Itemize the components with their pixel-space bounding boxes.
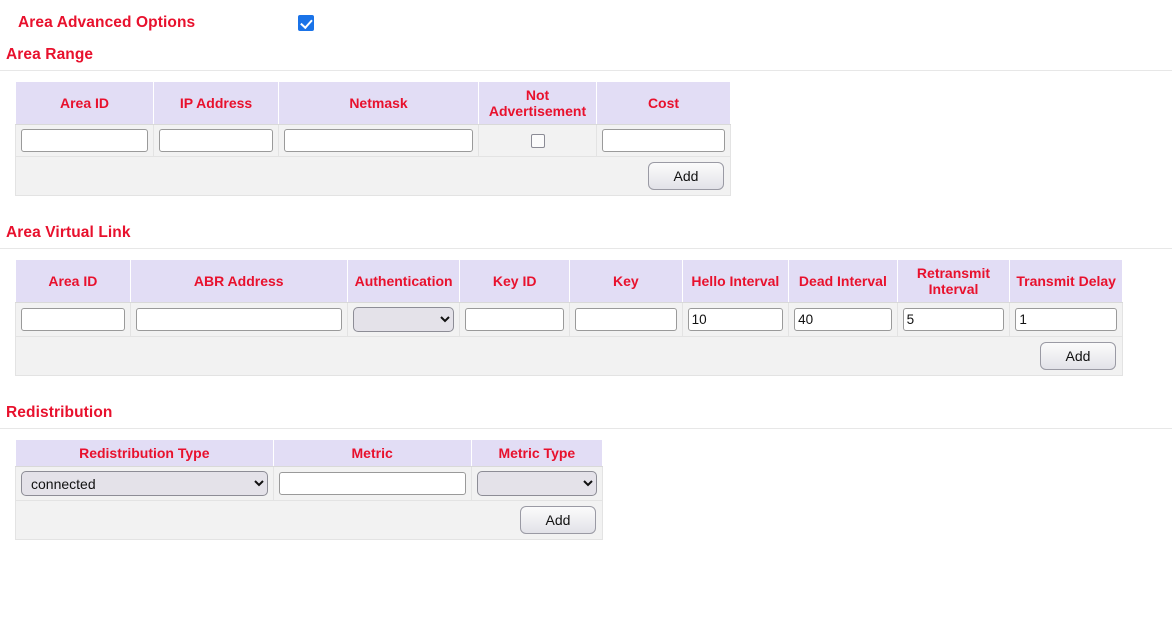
vl-area-id-input[interactable] [21,308,125,332]
redistribution-table: Redistribution Type Metric Metric Type c… [15,439,604,541]
column-header-cost: Cost [596,80,731,126]
redistribution-input-row: connected [15,466,604,502]
area-virtual-link-header-row: Area ID ABR Address Authentication Key I… [15,259,1123,304]
redistribution-metric-input[interactable] [278,472,466,496]
vl-hello-interval-input[interactable] [687,308,784,332]
area-advanced-options-row: Area Advanced Options [0,0,1172,46]
column-header-vl-area-id: Area ID [15,259,131,304]
column-header-metric: Metric [272,439,472,468]
redistribution-metric-type-select[interactable] [476,471,597,497]
vl-transmit-delay-input[interactable] [1015,308,1117,332]
column-header-key-id: Key ID [459,259,570,304]
cell-ip-address [153,124,279,158]
column-header-dead-interval: Dead Interval [788,259,898,304]
area-virtual-link-table-wrap: Area ID ABR Address Authentication Key I… [0,259,1172,377]
cell-abr-address [129,302,348,338]
area-virtual-link-title: Area Virtual Link [6,224,131,242]
cell-netmask [278,124,479,158]
area-virtual-link-add-button[interactable]: Add [1040,342,1116,371]
area-range-table-wrap: Area ID IP Address Netmask Not Advertise… [0,80,1172,197]
column-header-transmit-delay: Transmit Delay [1009,259,1123,304]
spacer-after-area-range [0,196,1172,224]
cell-metric [272,466,472,502]
vl-dead-interval-input[interactable] [794,308,892,332]
area-virtual-link-section: Area Virtual Link Area ID ABR Address Au… [0,224,1172,377]
area-range-add-button[interactable]: Add [648,162,724,191]
cell-metric-type [470,466,604,502]
column-header-authentication: Authentication [346,259,461,304]
cell-transmit-delay [1009,302,1123,338]
redistribution-add-button[interactable]: Add [520,506,596,535]
area-range-divider [0,70,1172,71]
area-range-netmask-input[interactable] [284,129,473,153]
cell-hello-interval [681,302,790,338]
redistribution-section: Redistribution Redistribution Type Metri… [0,404,1172,541]
cell-retransmit-interval [896,302,1011,338]
redistribution-action-row: Add [15,500,603,541]
cell-not-advertisement [478,124,597,158]
cell-cost [596,124,731,158]
area-range-ip-address-input[interactable] [159,129,273,153]
redistribution-table-wrap: Redistribution Type Metric Metric Type c… [0,439,1172,541]
area-virtual-link-action-cell: Add [15,336,1123,377]
column-header-netmask: Netmask [278,80,479,126]
area-range-action-row: Add [15,156,731,197]
area-range-cost-input[interactable] [602,129,725,153]
vl-key-input[interactable] [574,308,677,332]
redistribution-header-row: Redistribution Type Metric Metric Type [15,439,604,468]
column-header-hello-interval: Hello Interval [681,259,790,304]
cell-vl-area-id [15,302,131,338]
area-range-input-row [15,124,731,158]
area-range-table: Area ID IP Address Netmask Not Advertise… [15,80,731,197]
area-range-header-row: Area ID IP Address Netmask Not Advertise… [15,80,731,126]
vl-retransmit-interval-input[interactable] [902,308,1005,332]
vl-authentication-select[interactable] [352,307,455,333]
area-range-not-advertisement-checkbox[interactable] [530,134,545,149]
redistribution-title: Redistribution [6,404,113,422]
cell-dead-interval [788,302,898,338]
redistribution-divider [0,428,1172,430]
area-virtual-link-action-row: Add [15,336,1123,377]
column-header-redistribution-type: Redistribution Type [15,439,274,468]
vl-key-id-input[interactable] [465,308,564,332]
column-header-abr-address: ABR Address [129,259,348,304]
redistribution-action-cell: Add [15,500,603,541]
vl-abr-address-input[interactable] [135,308,342,332]
redistribution-type-select[interactable]: connected [21,471,268,497]
column-header-metric-type: Metric Type [470,439,604,468]
area-range-area-id-input[interactable] [21,129,148,153]
column-header-area-id: Area ID [15,80,154,126]
cell-key [568,302,683,338]
spacer-after-virtual-link [0,376,1172,404]
area-advanced-options-checkbox[interactable] [298,15,314,31]
column-header-retransmit-interval: Retransmit Interval [896,259,1011,304]
column-header-not-advertisement: Not Advertisement [478,80,597,126]
area-range-section: Area Range Area ID IP Address Netmask No… [0,46,1172,197]
column-header-ip-address: IP Address [153,80,279,126]
cell-key-id [459,302,570,338]
column-header-key: Key [568,259,683,304]
area-advanced-options-label: Area Advanced Options [18,14,196,31]
area-virtual-link-table: Area ID ABR Address Authentication Key I… [15,259,1123,377]
area-range-action-cell: Add [15,156,731,197]
cell-redistribution-type: connected [15,466,274,502]
area-virtual-link-input-row [15,302,1123,338]
cell-authentication [346,302,461,338]
cell-area-id [15,124,154,158]
area-virtual-link-divider [0,248,1172,250]
area-range-title: Area Range [6,46,94,63]
